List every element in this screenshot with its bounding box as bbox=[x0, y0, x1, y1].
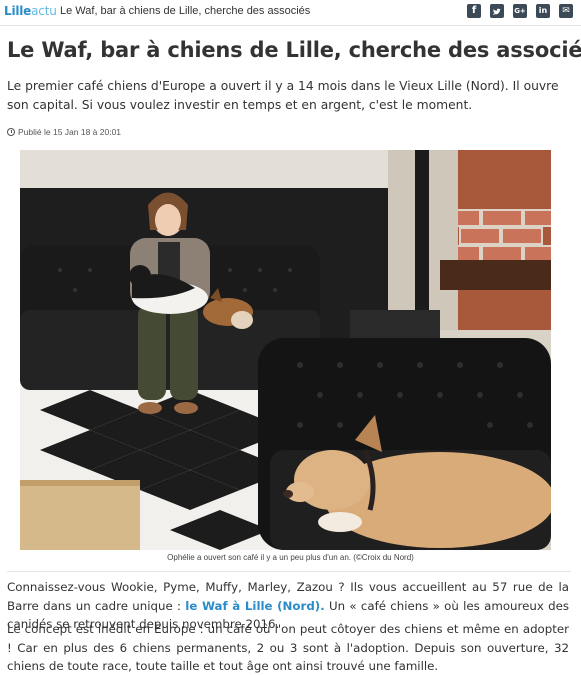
le-waf-link[interactable]: le Waf à Lille (Nord). bbox=[185, 599, 324, 613]
top-bar-article-title: Le Waf, bar à chiens de Lille, cherche d… bbox=[60, 5, 311, 17]
article-photo[interactable] bbox=[20, 150, 551, 550]
linkedin-icon[interactable]: in bbox=[536, 4, 550, 18]
divider bbox=[7, 571, 571, 572]
publish-date: Publié le 15 Jan 18 à 20:01 bbox=[18, 127, 122, 137]
publish-info: Publié le 15 Jan 18 à 20:01 bbox=[7, 127, 121, 137]
article-lead: Le premier café chiens d'Europe a ouvert… bbox=[7, 79, 559, 112]
logo-text-lille: Lille bbox=[4, 4, 32, 18]
clock-icon bbox=[7, 128, 15, 136]
photo-caption: Ophélie a ouvert son café il y a un peu … bbox=[167, 553, 414, 562]
email-icon[interactable]: ✉ bbox=[559, 4, 573, 18]
google-plus-icon[interactable]: G+ bbox=[513, 4, 527, 18]
twitter-icon[interactable] bbox=[490, 4, 504, 18]
share-buttons: f G+ in ✉ bbox=[467, 4, 573, 18]
logo-text-actu: actu bbox=[31, 4, 57, 18]
facebook-icon[interactable]: f bbox=[467, 4, 481, 18]
top-bar: Lilleactu Le Waf, bar à chiens de Lille,… bbox=[0, 0, 581, 26]
article-paragraph-2: Le concept est inédit en Europe : un caf… bbox=[7, 622, 569, 673]
site-logo[interactable]: Lilleactu bbox=[4, 4, 57, 18]
photo-illustration bbox=[20, 150, 551, 550]
article-headline: Le Waf, bar à chiens de Lille, cherche d… bbox=[7, 38, 581, 62]
